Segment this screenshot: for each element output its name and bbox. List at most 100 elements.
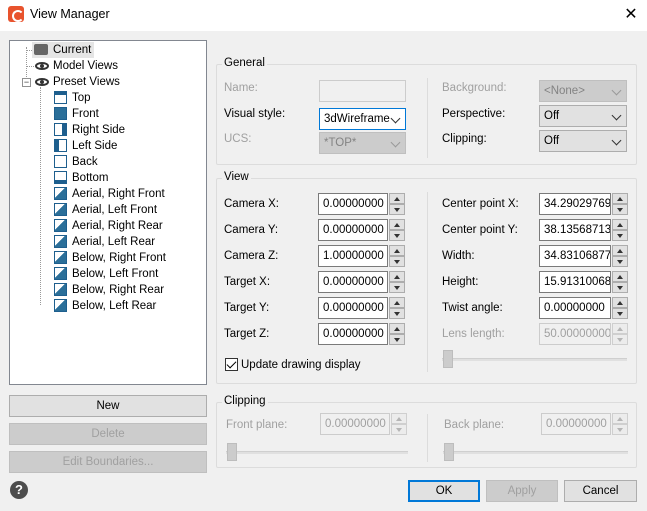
tree-item-aerial-left-front[interactable]: Aerial, Left Front <box>54 202 157 218</box>
spin-up-icon[interactable] <box>389 193 405 204</box>
background-value: <None> <box>544 85 585 97</box>
camera-z-input[interactable]: 1.00000000 <box>318 245 388 267</box>
view-tree[interactable]: − Current Model Views Preset Views Top F… <box>9 40 207 385</box>
spin-down-icon[interactable] <box>389 204 405 215</box>
height-stepper[interactable] <box>612 271 628 293</box>
tree-item-below-left-front[interactable]: Below, Left Front <box>54 266 158 282</box>
close-icon[interactable]: ✕ <box>618 3 644 27</box>
spin-up-icon[interactable] <box>612 413 628 424</box>
tree-item-aerial-left-rear[interactable]: Aerial, Left Rear <box>54 234 155 250</box>
spin-down-icon[interactable] <box>389 256 405 267</box>
tree-item-front[interactable]: Front <box>54 106 99 122</box>
camera-y-stepper[interactable] <box>389 219 405 241</box>
spin-up-icon[interactable] <box>612 271 628 282</box>
spin-up-icon[interactable] <box>389 271 405 282</box>
spin-up-icon[interactable] <box>612 297 628 308</box>
spin-down-icon[interactable] <box>389 230 405 241</box>
center-x-input[interactable]: 34.29029769 <box>539 193 611 215</box>
tree-item-back[interactable]: Back <box>54 154 98 170</box>
spin-down-icon[interactable] <box>391 424 407 435</box>
lens-length-stepper[interactable] <box>612 323 628 345</box>
collapse-preset-views-icon[interactable]: − <box>22 78 31 87</box>
tree-item-aerial-right-rear[interactable]: Aerial, Right Rear <box>54 218 163 234</box>
back-plane-input[interactable]: 0.00000000 <box>541 413 611 435</box>
height-label: Height: <box>442 276 479 288</box>
tree-item-below-right-front[interactable]: Below, Right Front <box>54 250 166 266</box>
perspective-select[interactable]: Off <box>539 105 627 127</box>
camera-icon <box>34 44 48 55</box>
tree-item-left-side[interactable]: Left Side <box>54 138 117 154</box>
center-y-stepper[interactable] <box>612 219 628 241</box>
camera-y-input[interactable]: 0.00000000 <box>318 219 388 241</box>
update-display-label[interactable]: Update drawing display <box>241 357 361 373</box>
spin-down-icon[interactable] <box>389 282 405 293</box>
background-select[interactable]: <None> <box>539 80 627 102</box>
front-plane-stepper[interactable] <box>391 413 407 435</box>
update-display-checkbox[interactable] <box>225 358 238 371</box>
back-plane-slider-thumb[interactable] <box>444 443 454 461</box>
tree-item-preset-views[interactable]: Preset Views <box>32 74 120 90</box>
spin-down-icon[interactable] <box>612 424 628 435</box>
back-plane-stepper[interactable] <box>612 413 628 435</box>
spin-up-icon[interactable] <box>389 323 405 334</box>
spin-down-icon[interactable] <box>389 334 405 345</box>
tree-item-aerial-right-front[interactable]: Aerial, Right Front <box>54 186 165 202</box>
spin-up-icon[interactable] <box>389 297 405 308</box>
front-plane-input[interactable]: 0.00000000 <box>320 413 390 435</box>
clipping-group-title: Clipping <box>222 395 268 407</box>
cancel-button[interactable]: Cancel <box>564 480 637 502</box>
camera-x-stepper[interactable] <box>389 193 405 215</box>
new-button[interactable]: New <box>9 395 207 417</box>
tree-item-right-side[interactable]: Right Side <box>54 122 125 138</box>
width-input[interactable]: 34.83106877 <box>539 245 611 267</box>
target-x-stepper[interactable] <box>389 271 405 293</box>
tree-item-bottom[interactable]: Bottom <box>54 170 108 186</box>
target-z-input[interactable]: 0.00000000 <box>318 323 388 345</box>
spin-up-icon[interactable] <box>389 245 405 256</box>
spin-down-icon[interactable] <box>612 230 628 241</box>
tree-item-below-left-rear[interactable]: Below, Left Rear <box>54 298 156 314</box>
ok-button[interactable]: OK <box>408 480 480 502</box>
spin-up-icon[interactable] <box>612 323 628 334</box>
center-y-input[interactable]: 38.13568713 <box>539 219 611 241</box>
lens-length-input[interactable]: 50.00000000 <box>539 323 611 345</box>
spin-down-icon[interactable] <box>612 308 628 319</box>
twist-angle-stepper[interactable] <box>612 297 628 319</box>
chevron-down-icon <box>611 135 622 146</box>
center-x-stepper[interactable] <box>612 193 628 215</box>
apply-button[interactable]: Apply <box>486 480 558 502</box>
spin-down-icon[interactable] <box>612 334 628 345</box>
twist-angle-input[interactable]: 0.00000000 <box>539 297 611 319</box>
name-input[interactable] <box>319 80 406 102</box>
target-x-input[interactable]: 0.00000000 <box>318 271 388 293</box>
camera-x-input[interactable]: 0.00000000 <box>318 193 388 215</box>
spin-up-icon[interactable] <box>389 219 405 230</box>
ucs-select[interactable]: *TOP* <box>319 132 406 154</box>
tree-item-model-views[interactable]: Model Views <box>32 58 118 74</box>
width-stepper[interactable] <box>612 245 628 267</box>
target-z-stepper[interactable] <box>389 323 405 345</box>
spin-up-icon[interactable] <box>612 245 628 256</box>
spin-down-icon[interactable] <box>612 256 628 267</box>
spin-down-icon[interactable] <box>612 282 628 293</box>
front-plane-slider-thumb[interactable] <box>227 443 237 461</box>
spin-down-icon[interactable] <box>612 204 628 215</box>
clipping-select[interactable]: Off <box>539 130 627 152</box>
spin-down-icon[interactable] <box>389 308 405 319</box>
lens-length-slider-thumb[interactable] <box>443 350 453 368</box>
spin-up-icon[interactable] <box>612 219 628 230</box>
help-icon[interactable]: ? <box>10 481 28 499</box>
cube-front-icon <box>54 107 67 120</box>
camera-z-stepper[interactable] <box>389 245 405 267</box>
height-input[interactable]: 15.91310068 <box>539 271 611 293</box>
tree-item-top[interactable]: Top <box>54 90 91 106</box>
visual-style-select[interactable]: 3dWireframe <box>319 108 406 130</box>
spin-up-icon[interactable] <box>612 193 628 204</box>
target-y-stepper[interactable] <box>389 297 405 319</box>
spin-up-icon[interactable] <box>391 413 407 424</box>
tree-item-current[interactable]: Current <box>32 42 95 58</box>
target-y-input[interactable]: 0.00000000 <box>318 297 388 319</box>
delete-button[interactable]: Delete <box>9 423 207 445</box>
edit-boundaries-button[interactable]: Edit Boundaries... <box>9 451 207 473</box>
tree-item-below-right-rear[interactable]: Below, Right Rear <box>54 282 164 298</box>
